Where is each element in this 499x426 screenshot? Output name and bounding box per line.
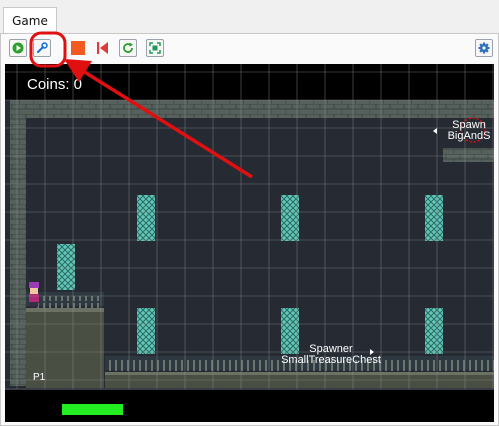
- wrench-icon: [37, 42, 48, 53]
- gear-icon: [478, 42, 490, 54]
- coins-counter: Coins: 0: [27, 76, 83, 93]
- toolbar: [1, 34, 497, 62]
- game-scene: [5, 64, 494, 390]
- spawner-top-line2: BigAndS: [447, 130, 491, 142]
- play-button[interactable]: [9, 39, 27, 57]
- wrench-button[interactable]: [33, 39, 51, 57]
- health-bar-fill: [62, 404, 123, 415]
- settings-button[interactable]: [475, 39, 493, 57]
- tab-strip: Game: [0, 0, 499, 35]
- spawner-bottom-line2: SmallTreasureChest: [281, 354, 381, 366]
- spawner-label-bottom: Spawner SmallTreasureChest: [267, 344, 395, 366]
- player-label: P1: [33, 372, 46, 383]
- tab-game[interactable]: Game: [3, 7, 57, 35]
- restart-button[interactable]: [93, 39, 111, 57]
- stop-button[interactable]: [69, 39, 87, 57]
- health-bar: [62, 404, 123, 415]
- fit-view-icon: [149, 42, 161, 54]
- stop-icon: [71, 41, 85, 55]
- step-back-icon: [97, 42, 108, 54]
- refresh-button[interactable]: [119, 39, 137, 57]
- play-icon: [12, 42, 24, 54]
- game-viewport[interactable]: Coins: 0 Spawn BigAndS Spawner SmallTrea…: [5, 64, 494, 422]
- refresh-icon: [123, 42, 133, 53]
- game-window: Game Coins: 0 Spawn BigAndS Spawner Smal…: [0, 0, 499, 426]
- fit-view-button[interactable]: [146, 39, 164, 57]
- spawner-label-top: Spawn BigAndS: [439, 120, 494, 142]
